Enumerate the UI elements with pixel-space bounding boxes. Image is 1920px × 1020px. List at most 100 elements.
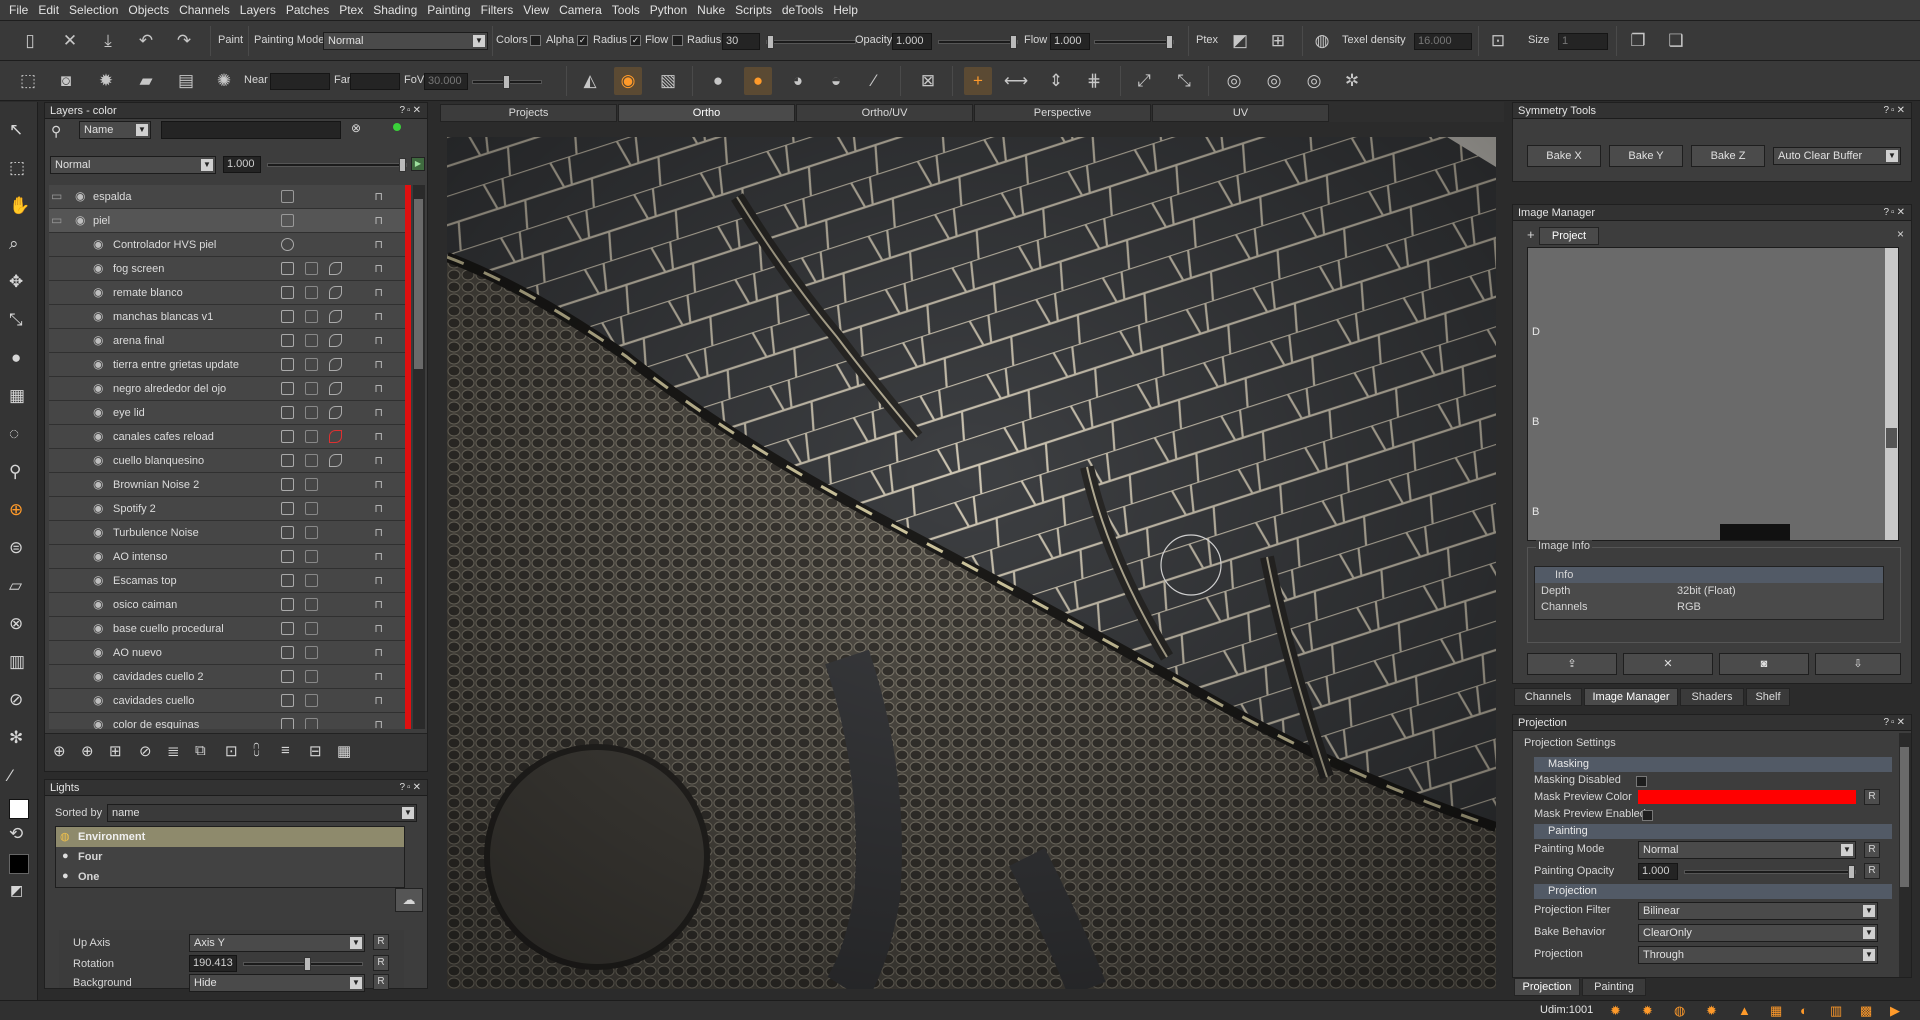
transform-reset-icon[interactable]: ⤡ [1170, 67, 1198, 95]
menu-shading[interactable]: Shading [368, 0, 422, 21]
lock-icon[interactable]: ⊓ [374, 598, 383, 611]
menu-layers[interactable]: Layers [235, 0, 281, 21]
bottom-tab-projection[interactable]: Projection [1514, 978, 1580, 996]
layer-row[interactable]: ◉ Turbulence Noise ⊓ [49, 521, 405, 545]
visibility-eye-icon[interactable]: ◉ [93, 261, 103, 275]
drop-tool-icon[interactable]: ● [11, 348, 21, 368]
visibility-eye-icon[interactable]: ◉ [93, 621, 103, 635]
image-manager-controls-icon[interactable]: ?▫✕ [1884, 205, 1908, 221]
visibility-eye-icon[interactable]: ◉ [75, 213, 85, 227]
menu-file[interactable]: File [4, 0, 33, 21]
view-image-icon[interactable]: ◙ [1719, 653, 1809, 675]
basketball-icon[interactable]: ◉ [614, 67, 642, 95]
visibility-eye-icon[interactable]: ◉ [93, 573, 103, 587]
status-sun-icon[interactable]: ✹ [1706, 1003, 1717, 1019]
folder-icon[interactable]: ▭ [51, 189, 62, 203]
layer-scrollbar[interactable] [413, 185, 425, 729]
frame-selection-icon[interactable]: ⊠ [914, 67, 942, 95]
image-scrollbar[interactable] [1885, 248, 1898, 540]
viewport-tab-ortho[interactable]: Ortho [618, 104, 795, 122]
image-thumbnail-area[interactable]: D B B [1527, 247, 1899, 541]
blur-tool-icon[interactable]: ✻ [9, 728, 23, 748]
eye-half-icon[interactable]: ◎ [1260, 67, 1288, 95]
marquee-tool-icon[interactable]: ⬚ [9, 158, 25, 178]
status-bars-icon[interactable]: ▥ [1830, 1003, 1842, 1019]
menu-help[interactable]: Help [828, 0, 863, 21]
projection-mode-combo[interactable]: Through ▼ [1638, 946, 1878, 964]
close-tab-icon[interactable]: × [1897, 227, 1904, 241]
colors-checkbox[interactable] [530, 35, 541, 46]
right-tab-image-manager[interactable]: Image Manager [1584, 688, 1678, 706]
layer-opacity-field[interactable]: 1.000 [223, 156, 261, 173]
menu-camera[interactable]: Camera [554, 0, 607, 21]
bake-z-button[interactable]: Bake Z [1691, 145, 1765, 167]
redo-icon[interactable]: ↷ [170, 27, 198, 55]
lock-icon[interactable]: ⊓ [374, 670, 383, 683]
painting-opacity-slider[interactable] [1684, 865, 1856, 879]
symmetry-controls-icon[interactable]: ?▫✕ [1884, 103, 1908, 119]
menu-filters[interactable]: Filters [476, 0, 519, 21]
projection-filter-combo[interactable]: Bilinear ▼ [1638, 902, 1878, 920]
texel-density-field[interactable]: 16.000 [1414, 33, 1472, 50]
swap-colors-icon[interactable]: ⟲ [9, 824, 23, 844]
spread-vertical-icon[interactable]: ⇕ [1042, 67, 1070, 95]
status-gear-icon[interactable]: ✹ [1642, 1003, 1653, 1019]
layer-row[interactable]: ◉ arena final ⊓ [49, 329, 405, 353]
layer-row[interactable]: ▭ ◉ espalda ⊓ [49, 185, 405, 209]
lock-icon[interactable]: ⊓ [374, 406, 383, 419]
eraser-tool-icon[interactable]: ▱ [9, 576, 22, 596]
apply-icon[interactable]: ▶ [411, 157, 425, 171]
masking-disabled-checkbox[interactable] [1636, 776, 1647, 787]
flow-slider[interactable] [1094, 35, 1174, 49]
status-grid-icon[interactable]: ▩ [1860, 1003, 1872, 1019]
spread-horizontal-icon[interactable]: ⟷ [1002, 67, 1030, 95]
duplicate-icon[interactable]: ⧉ [195, 742, 206, 759]
paint-tool-icon[interactable]: ⊕ [9, 500, 23, 520]
lock-icon[interactable]: ⊓ [374, 502, 383, 515]
export-image-icon[interactable]: ⇩ [1815, 653, 1901, 675]
lasso-tool-icon[interactable]: ◌ [9, 424, 19, 444]
auto-clear-buffer-combo[interactable]: Auto Clear Buffer ▼ [1773, 147, 1901, 165]
bake-behavior-combo[interactable]: ClearOnly ▼ [1638, 924, 1878, 942]
stack-icon[interactable]: ❑ [1662, 27, 1690, 55]
layer-row[interactable]: ◉ remate blanco ⊓ [49, 281, 405, 305]
light-item-one[interactable]: ● One [56, 867, 404, 887]
layer-search-input[interactable] [161, 121, 341, 139]
visibility-eye-icon[interactable]: ◉ [93, 669, 103, 683]
opacity-field[interactable]: 1.000 [892, 33, 932, 50]
flatten-icon[interactable]: ⩇ [253, 742, 260, 759]
near-field[interactable] [270, 73, 330, 90]
layer-row[interactable]: ◉ AO nuevo ⊓ [49, 641, 405, 665]
add-tab-icon[interactable]: + [1527, 227, 1535, 242]
paint-splat-icon[interactable]: ✺ [210, 67, 238, 95]
painting-opacity-field[interactable]: 1.000 [1638, 863, 1678, 880]
viewport-3d[interactable] [447, 137, 1496, 989]
painting-section-header[interactable]: Painting [1534, 824, 1892, 839]
rotation-field[interactable]: 190.413 [189, 955, 237, 972]
lock-icon[interactable]: ⊓ [374, 310, 383, 323]
lit-sphere-icon[interactable]: ● [744, 67, 772, 95]
layer-row[interactable]: ▭ ◉ piel ⊓ [49, 209, 405, 233]
fov-slider[interactable] [472, 75, 542, 89]
undo-icon[interactable]: ↶ [132, 27, 160, 55]
layer-blend-mode-combo[interactable]: Normal ▼ [50, 156, 216, 174]
lock-icon[interactable]: ⊓ [374, 550, 383, 563]
smear-tool-icon[interactable]: ⊘ [9, 690, 23, 710]
painting-opacity-reset-button[interactable]: R [1864, 863, 1880, 879]
flow-checkbox[interactable] [672, 35, 683, 46]
rotation-slider[interactable] [243, 957, 363, 971]
opacity-slider[interactable] [938, 35, 1018, 49]
select-tool-icon[interactable]: ↖ [9, 120, 23, 140]
flat-sphere-icon[interactable]: ● [704, 67, 732, 95]
visibility-eye-icon[interactable]: ◉ [93, 381, 103, 395]
lock-icon[interactable]: ⊓ [374, 526, 383, 539]
mask-preview-enabled-checkbox[interactable] [1642, 810, 1653, 821]
layer-row[interactable]: ◉ fog screen ⊓ [49, 257, 405, 281]
status-gear-icon[interactable]: ✹ [1610, 1003, 1621, 1019]
lock-icon[interactable]: ⊓ [374, 334, 383, 347]
folder-icon[interactable]: ▭ [51, 213, 62, 227]
background-reset-button[interactable]: R [373, 974, 389, 990]
right-tab-channels[interactable]: Channels [1514, 688, 1582, 706]
lock-icon[interactable]: ⊓ [374, 622, 383, 635]
eyedropper-tool-icon[interactable]: ⁄ [9, 766, 12, 786]
